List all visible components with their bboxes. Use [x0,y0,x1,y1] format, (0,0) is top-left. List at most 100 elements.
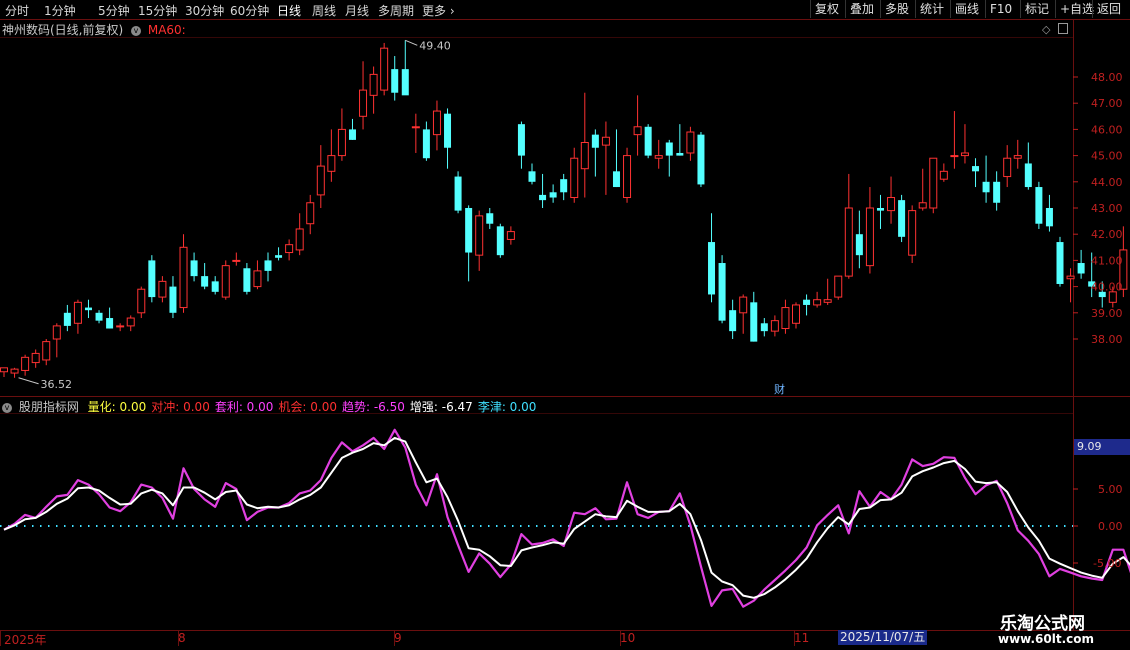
candle-body [422,129,430,159]
candle-body [190,260,198,277]
tab-5min[interactable]: 5分钟 [98,2,130,19]
candle [539,173,547,208]
candle [444,108,452,169]
restore-rights-button[interactable]: 复权 [810,0,843,18]
tab-fenshi[interactable]: 分时 [5,2,29,19]
candle-body [676,152,684,156]
candle [432,100,441,151]
candle [908,205,917,264]
candle-body [591,134,599,148]
y-tick-label: 40.00 [1091,281,1123,294]
window-toggle-icon[interactable] [1058,23,1068,34]
candle-body [560,179,568,193]
candle-body [243,268,251,292]
candle [1077,249,1085,279]
watermark-url: www.60lt.com [998,632,1095,646]
candle [253,260,262,290]
legend-item: 李津: 0.00 [477,400,537,414]
finance-marker[interactable]: 财 [774,381,785,397]
candle [813,291,822,308]
candle [623,147,632,203]
candle [770,315,779,337]
candle-body [486,213,494,224]
tab-daily[interactable]: 日线 [277,2,301,19]
y-tick-label: 47.00 [1091,97,1123,110]
candle-body [475,215,484,256]
tab-60min[interactable]: 60分钟 [230,2,269,19]
current-value-badge: 9.09 [1074,439,1130,455]
tab-15min[interactable]: 15分钟 [138,2,177,19]
mark-button[interactable]: 标记 [1020,0,1053,18]
candle-body [876,208,884,211]
f10-button[interactable]: F10 [985,0,1016,18]
tab-monthly[interactable]: 月线 [345,2,369,19]
back-button[interactable]: 返回 [1092,0,1125,18]
candle [697,132,705,188]
candle-body [201,276,209,287]
candle [348,118,356,140]
candle [718,255,726,324]
month-label: 11 [794,631,810,645]
indicator-legend: 量化: 0.00 对冲: 0.00 套利: 0.00 机会: 0.00 趋势: -6.5… [83,400,537,414]
candle [496,223,504,258]
candle-body [665,142,673,156]
legend-item: 增强: -6.47 [409,400,473,414]
candle-body [528,171,536,182]
watermark-title: 乐淘公式网 [1000,614,1085,634]
trend-line [3,428,1130,608]
legend-item: 趋势: -6.50 [341,400,405,414]
candle [517,121,525,169]
tab-more[interactable]: 更多 › [422,2,455,19]
tab-30min[interactable]: 30分钟 [185,2,224,19]
candle [739,294,748,334]
candle [190,252,198,282]
candle [106,307,114,329]
stock-title: 神州数码(日线,前复权) [2,23,124,37]
draw-line-button[interactable]: 画线 [950,0,983,18]
candle [633,95,642,156]
chevron-right-icon: › [449,4,455,18]
candle [601,121,610,195]
chevron-down-icon[interactable]: v [2,402,12,413]
multi-stock-button[interactable]: 多股 [880,0,913,18]
chevron-down-icon[interactable]: v [131,25,142,36]
candle-body [950,155,959,158]
candle-body [179,246,188,309]
candle [729,299,737,339]
indicator-name: 股朋指标网 [18,400,79,414]
candle [1024,142,1032,190]
candle-body [580,142,589,170]
candle [982,155,990,203]
candle [316,145,325,208]
candle [95,310,103,324]
diamond-icon[interactable]: ◇ [1042,23,1050,36]
candle-body [898,200,906,237]
candle [295,213,304,256]
candle-body [1056,242,1064,284]
candle-body [348,129,356,140]
high-price-label: 49.40 [419,39,451,52]
candle-body [729,310,737,332]
candle-body [306,202,315,225]
candle-body [275,255,283,258]
candle [803,294,811,316]
candle-body [116,325,125,328]
candle-body [148,260,156,298]
candle [454,171,462,214]
tab-1min[interactable]: 1分钟 [44,2,76,19]
candle [63,304,71,332]
tab-weekly[interactable]: 周线 [312,2,336,19]
candle [411,113,420,153]
candle [232,252,241,266]
candle [855,210,863,269]
candle [665,139,673,177]
candle [898,194,906,243]
legend-item: 套利: 0.00 [214,400,274,414]
overlay-button[interactable]: 叠加 [845,0,878,18]
statistics-button[interactable]: 统计 [915,0,948,18]
candle-body [918,202,927,209]
chart-canvas: 49.40 36.52 38.00 39.00 40.00 41.00 42.00 43.0… [0,19,1130,646]
tab-multi-period[interactable]: 多周期 [378,2,414,19]
y-tick-label: 45.00 [1091,150,1123,163]
candle [275,247,283,261]
